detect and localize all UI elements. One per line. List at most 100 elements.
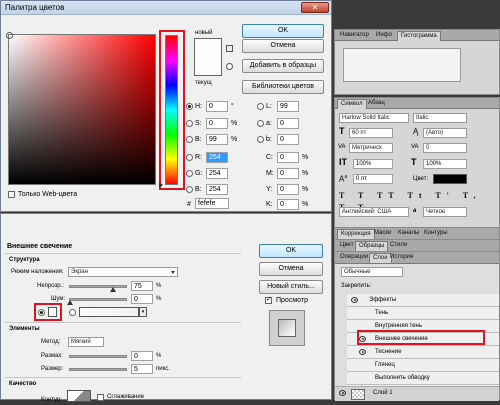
noise-input[interactable]: 0 [131, 294, 153, 304]
tab-adjustments[interactable]: Коррекция [337, 229, 375, 239]
tab-paths[interactable]: Контуры [421, 229, 451, 239]
tab-color[interactable]: Цвет [337, 241, 356, 251]
gradient-dropdown[interactable]: ▾ [139, 307, 147, 317]
tab-swatches[interactable]: Образцы [355, 241, 389, 251]
tab-histogram[interactable]: Гистограмма [397, 31, 441, 41]
add-to-swatches-button[interactable]: Добавить в образцы [242, 59, 324, 73]
b-unit: % [231, 136, 238, 143]
size-unit: пикс. [156, 366, 170, 372]
b-label: B: [195, 136, 202, 143]
hue-slider-arrow-left[interactable] [159, 182, 163, 188]
gradient-radio[interactable] [69, 309, 76, 316]
size-input[interactable]: 5 [131, 364, 153, 374]
h-input[interactable]: 0 [206, 101, 228, 112]
horizontal-scale-input[interactable]: 100% [423, 159, 467, 169]
h-radio[interactable] [186, 103, 193, 110]
ok-button[interactable]: OK [242, 24, 324, 38]
close-icon[interactable]: ✕ [301, 2, 329, 13]
b-input[interactable]: 99 [206, 134, 228, 145]
tracking-select[interactable]: 0 [423, 143, 467, 153]
layer-style-cancel-button[interactable]: Отмена [259, 262, 323, 276]
layer-effect-gloss[interactable]: Глянец [347, 359, 499, 372]
lab-b-radio[interactable] [257, 136, 264, 143]
size-slider-track[interactable] [69, 368, 127, 371]
gradient-swatch[interactable] [79, 307, 139, 317]
noise-slider-thumb[interactable] [67, 300, 73, 305]
effect-emboss-label: Тиснение [375, 349, 402, 355]
r-input[interactable]: 254 [206, 152, 228, 163]
l-input[interactable]: 99 [277, 101, 299, 112]
blue-input[interactable]: 254 [206, 184, 228, 195]
eye-icon[interactable] [339, 390, 346, 396]
method-select[interactable]: Мягкий [68, 337, 104, 347]
lab-b-input[interactable]: 0 [277, 134, 299, 145]
blend-mode-select[interactable]: Экран [68, 267, 178, 277]
tab-styles[interactable]: Стили [387, 241, 410, 251]
tab-actions[interactable]: Операции [337, 253, 371, 263]
cancel-button[interactable]: Отмена [242, 39, 324, 53]
cube-icon[interactable] [226, 45, 233, 52]
opacity-slider-thumb[interactable] [110, 287, 116, 292]
a-input[interactable]: 0 [277, 118, 299, 129]
layer-effect-emboss[interactable]: Тиснение [347, 346, 499, 359]
hex-input[interactable]: fefefe [195, 198, 229, 209]
g-radio[interactable] [186, 170, 193, 177]
web-safe-icon[interactable] [226, 63, 233, 70]
spread-slider-track[interactable] [69, 355, 127, 358]
s-input[interactable]: 0 [206, 118, 228, 129]
eye-icon[interactable] [351, 297, 358, 303]
a-radio[interactable] [257, 120, 264, 127]
tab-history[interactable]: История [387, 253, 416, 263]
contour-label: Контур: [41, 397, 62, 403]
language-select[interactable]: Английский: США [339, 207, 409, 217]
g-input[interactable]: 254 [206, 168, 228, 179]
layer-effect-shadow[interactable]: Тень [347, 307, 499, 320]
vertical-scale-input[interactable]: 100% [353, 159, 393, 169]
preview-label: Просмотр [276, 297, 308, 304]
tab-info[interactable]: Инфо [373, 31, 395, 41]
layer-effect-stroke[interactable]: Выполнить обводку [347, 372, 499, 385]
tab-navigator[interactable]: Навигатор [337, 31, 372, 41]
baseline-input[interactable]: 0 пт [353, 174, 393, 184]
tab-paragraph[interactable]: Абзац [365, 99, 388, 109]
m-input[interactable]: 0 [277, 168, 299, 179]
r-radio[interactable] [186, 154, 193, 161]
k-input[interactable]: 0 [277, 199, 299, 210]
font-style-select[interactable]: Italic [413, 113, 467, 123]
s-label: S: [195, 120, 202, 127]
opacity-slider-track[interactable] [69, 285, 127, 288]
layer-effects-row[interactable]: Эффекты [347, 294, 499, 307]
c-input[interactable]: 0 [277, 152, 299, 163]
tab-masks[interactable]: Маски [371, 229, 394, 239]
color-libraries-button[interactable]: Библиотеки цветов [242, 80, 324, 94]
antialias-select[interactable]: Четкое [423, 207, 467, 217]
kerning-select[interactable]: Метрическ [349, 143, 393, 153]
font-size-select[interactable]: 60 пт [349, 128, 393, 138]
chevron-down-icon [171, 271, 175, 274]
layer-1-row[interactable]: Слой 1 [335, 386, 499, 401]
preview-checkbox[interactable]: ✓ [265, 296, 272, 304]
layer-blend-select[interactable]: Обычные [341, 267, 403, 277]
spread-input[interactable]: 0 [131, 351, 153, 361]
tab-channels[interactable]: Каналы [395, 229, 422, 239]
color-field[interactable] [6, 32, 156, 185]
opacity-input[interactable]: 75 [131, 281, 153, 291]
noise-slider-track[interactable] [69, 298, 127, 301]
spread-label: Размах: [41, 353, 63, 359]
new-color-swatch [194, 38, 222, 76]
web-only-checkbox[interactable] [8, 191, 15, 198]
opacity-unit: % [156, 283, 162, 289]
contour-swatch[interactable] [67, 390, 91, 402]
s-radio[interactable] [186, 120, 193, 127]
new-style-button[interactable]: Новый стиль... [259, 280, 323, 294]
text-color-swatch[interactable] [433, 174, 467, 184]
leading-select[interactable]: (Авто) [423, 128, 467, 138]
layer-style-ok-button[interactable]: OK [259, 244, 323, 258]
y-input[interactable]: 0 [277, 184, 299, 195]
font-family-select[interactable]: Harlow Solid Italic [339, 113, 409, 123]
eye-icon[interactable] [359, 349, 366, 355]
b-radio[interactable] [186, 136, 193, 143]
tab-character[interactable]: Символ [337, 99, 367, 109]
blue-radio[interactable] [186, 186, 193, 193]
l-radio[interactable] [257, 103, 264, 110]
